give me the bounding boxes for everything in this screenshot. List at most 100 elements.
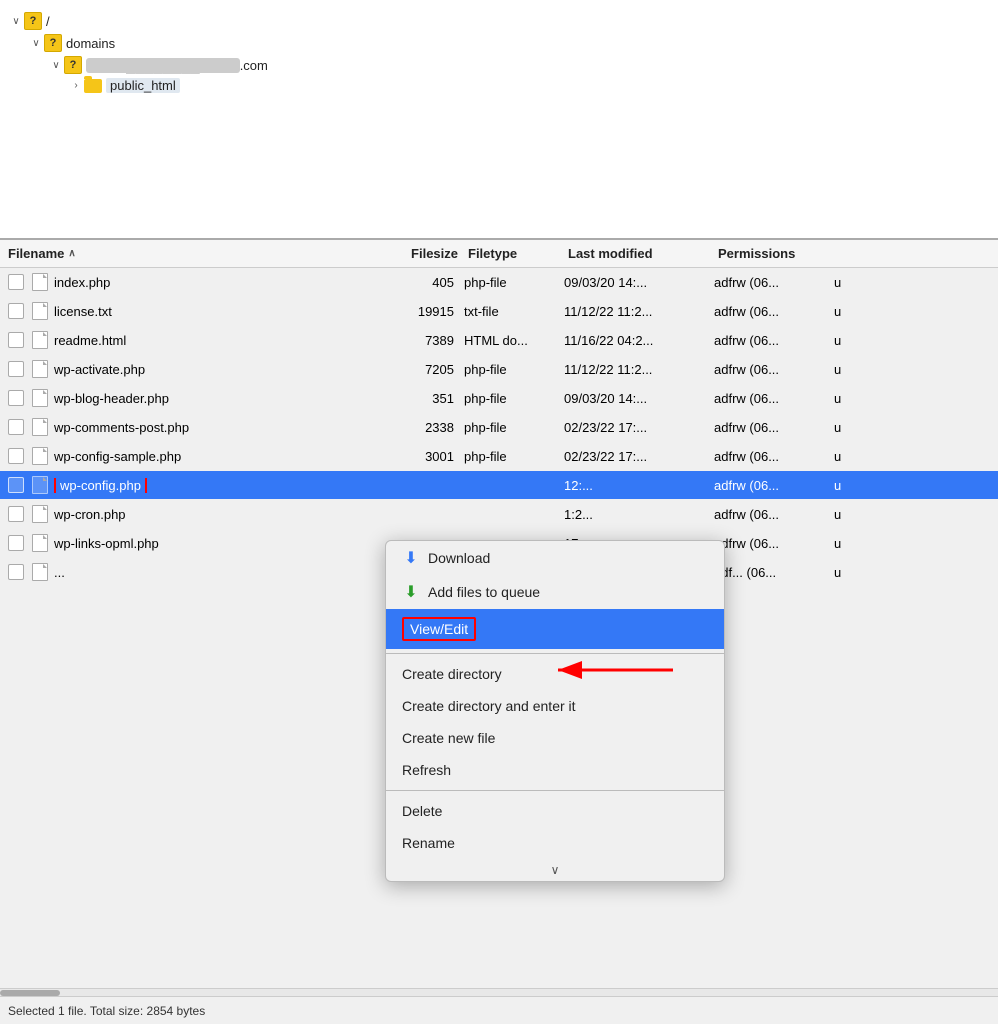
file-icon [32, 273, 48, 291]
file-perms: adfrw (06... [704, 275, 824, 290]
ctx-add-files-label: Add files to queue [428, 584, 540, 600]
file-modified: 11/16/22 04:2... [554, 333, 704, 348]
file-size: 3001 [374, 449, 454, 464]
modified-label: Last modified [568, 246, 653, 261]
row-checkbox[interactable] [8, 564, 24, 580]
ctx-delete[interactable]: Delete [386, 795, 724, 827]
table-row[interactable]: wp-comments-post.php 2338 php-file 02/23… [0, 413, 998, 442]
file-name: wp-activate.php [54, 362, 374, 377]
file-owner: u [824, 449, 904, 464]
file-size: 2338 [374, 420, 454, 435]
file-owner: u [824, 478, 904, 493]
file-modified: 1:2... [554, 507, 704, 522]
scroll-thumb[interactable] [0, 990, 60, 996]
file-perms: adfrw (06... [704, 391, 824, 406]
file-owner: u [824, 565, 904, 580]
file-perms: adfrw (06... [704, 449, 824, 464]
file-modified: 09/03/20 14:... [554, 275, 704, 290]
file-owner: u [824, 275, 904, 290]
file-modified: 02/23/22 17:... [554, 420, 704, 435]
table-row[interactable]: wp-cron.php 1:2... adfrw (06... u [0, 500, 998, 529]
ctx-add-files[interactable]: ⬇ Add files to queue [386, 575, 724, 609]
header-modified[interactable]: Last modified [558, 246, 708, 261]
file-owner: u [824, 536, 904, 551]
view-edit-label: View/Edit [402, 617, 476, 641]
row-checkbox[interactable] [8, 274, 24, 290]
file-type: php-file [454, 275, 554, 290]
status-bar: Selected 1 file. Total size: 2854 bytes [0, 996, 998, 1024]
file-owner: u [824, 507, 904, 522]
file-size: 7205 [374, 362, 454, 377]
file-perms: adfrw (06... [704, 420, 824, 435]
context-menu: ⬇ Download ⬇ Add files to queue View/Edi… [385, 540, 725, 882]
question-icon-domains: ? [44, 34, 62, 52]
file-type: txt-file [454, 304, 554, 319]
file-icon [32, 331, 48, 349]
tree-item-domains[interactable]: ∨ ? domains [0, 32, 998, 54]
tree-item-public-html[interactable]: › public_html [0, 76, 998, 95]
file-type: php-file [454, 420, 554, 435]
chevron-public-html: › [68, 80, 84, 91]
table-row[interactable]: wp-blog-header.php 351 php-file 09/03/20… [0, 384, 998, 413]
table-row[interactable]: readme.html 7389 HTML do... 11/16/22 04:… [0, 326, 998, 355]
table-row[interactable]: wp-config.php 12:... adfrw (06... u [0, 471, 998, 500]
table-row[interactable]: license.txt 19915 txt-file 11/12/22 11:2… [0, 297, 998, 326]
file-modified: 11/12/22 11:2... [554, 362, 704, 377]
header-permissions[interactable]: Permissions [708, 246, 828, 261]
ctx-view-edit[interactable]: View/Edit [386, 609, 724, 649]
ctx-refresh[interactable]: Refresh [386, 754, 724, 786]
filetype-label: Filetype [468, 246, 517, 261]
row-checkbox[interactable] [8, 332, 24, 348]
file-size: 7389 [374, 333, 454, 348]
file-icon [32, 534, 48, 552]
file-perms: adfrw (06... [704, 507, 824, 522]
file-icon [32, 389, 48, 407]
table-row[interactable]: wp-config-sample.php 3001 php-file 02/23… [0, 442, 998, 471]
ctx-download[interactable]: ⬇ Download [386, 541, 724, 575]
ctx-rename[interactable]: Rename [386, 827, 724, 859]
arrow-annotation [548, 650, 678, 693]
file-icon [32, 447, 48, 465]
file-modified: 09/03/20 14:... [554, 391, 704, 406]
file-icon [32, 476, 48, 494]
header-filetype[interactable]: Filetype [458, 246, 558, 261]
ctx-rename-label: Rename [402, 835, 455, 851]
ctx-create-directory-enter[interactable]: Create directory and enter it [386, 690, 724, 722]
row-checkbox[interactable] [8, 506, 24, 522]
tree-label-public-html: public_html [106, 78, 180, 93]
row-checkbox[interactable] [8, 535, 24, 551]
horizontal-scrollbar[interactable] [0, 988, 998, 996]
row-checkbox[interactable] [8, 303, 24, 319]
row-checkbox[interactable] [8, 477, 24, 493]
tree-item-domain[interactable]: ∨ ? ████████ .com [0, 54, 998, 76]
ctx-more-arrow: ∨ [386, 859, 724, 881]
table-row[interactable]: index.php 405 php-file 09/03/20 14:... a… [0, 268, 998, 297]
tree-label-domain-blurred: ████████ [86, 58, 240, 73]
table-row[interactable]: wp-activate.php 7205 php-file 11/12/22 1… [0, 355, 998, 384]
file-name: wp-blog-header.php [54, 391, 374, 406]
file-type: php-file [454, 391, 554, 406]
tree-panel: ∨ ? / ∨ ? domains ∨ ? ████████ .com › pu… [0, 0, 998, 240]
file-size: 405 [374, 275, 454, 290]
arrow-svg [548, 650, 678, 690]
ctx-create-new-file[interactable]: Create new file [386, 722, 724, 754]
file-name: index.php [54, 275, 374, 290]
filesize-label: Filesize [411, 246, 458, 261]
tree-label-root: / [46, 14, 50, 29]
file-size: 19915 [374, 304, 454, 319]
chevron-root: ∨ [8, 16, 24, 27]
file-owner: u [824, 391, 904, 406]
permissions-label: Permissions [718, 246, 795, 261]
row-checkbox[interactable] [8, 448, 24, 464]
row-checkbox[interactable] [8, 361, 24, 377]
file-name: ... [54, 565, 374, 580]
tree-item-root[interactable]: ∨ ? / [0, 10, 998, 32]
file-perms: adfrw (06... [704, 362, 824, 377]
file-owner: u [824, 362, 904, 377]
row-checkbox[interactable] [8, 419, 24, 435]
header-filesize[interactable]: Filesize [378, 246, 458, 261]
file-perms: adfrw (06... [704, 478, 824, 493]
row-checkbox[interactable] [8, 390, 24, 406]
tree-label-domain-tld: .com [240, 58, 268, 73]
header-filename[interactable]: Filename ∧ [8, 246, 378, 261]
